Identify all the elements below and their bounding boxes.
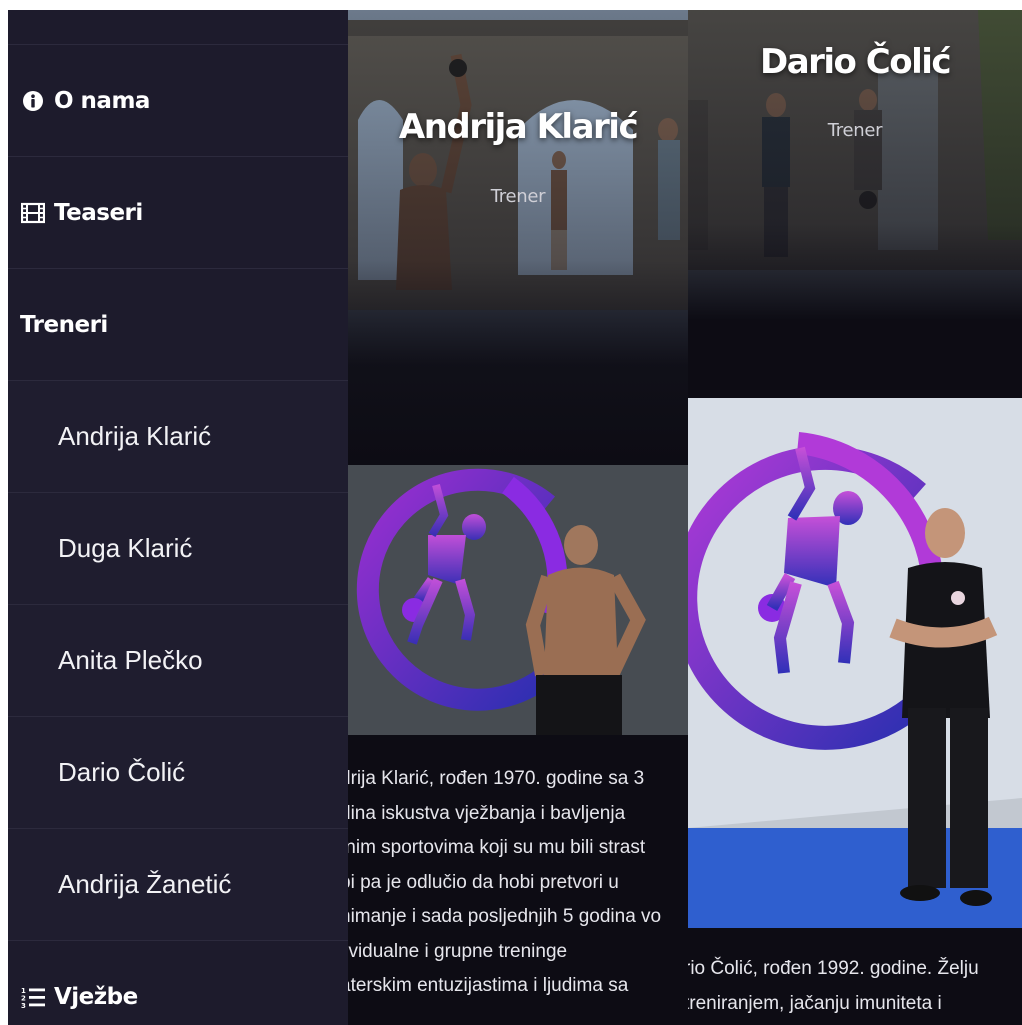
trainer-photo [688, 398, 1022, 928]
trainer-hero-image: Andrija Klarić Trener [348, 10, 688, 465]
svg-text:3: 3 [21, 1002, 26, 1008]
film-icon [20, 200, 46, 226]
sidebar-item-andrija-klaric[interactable]: Andrija Klarić [8, 381, 348, 493]
nav-item-treneri[interactable]: Treneri [8, 269, 348, 381]
sub-item-label: Anita Plečko [58, 645, 203, 675]
nav-item-label: Treneri [20, 311, 108, 338]
trainer-role-label: Trener [490, 186, 546, 207]
trainer-photo [348, 465, 688, 735]
nav-item-o-nama[interactable]: O nama [8, 45, 348, 157]
nav-item-vjezbe[interactable]: 1 2 3 Vježbe [8, 941, 348, 1025]
bio-line: lividualne i grupne treninge [348, 940, 568, 962]
nav-item-label: Teaseri [54, 199, 143, 226]
trainer-bio: drija Klarić, rođen 1970. godine sa 3 di… [348, 762, 680, 1004]
bio-line: tnim sportovima koji su mu bili strast [348, 837, 646, 858]
info-icon [20, 88, 46, 114]
trainer-hero-image: Dario Čolić Trener [688, 10, 1022, 398]
bio-line: rio Čolić, rođen 1992. godine. Želju [688, 958, 979, 979]
sub-item-label: Andrija Klarić [58, 421, 212, 451]
nav-item-label: O nama [54, 87, 150, 114]
drawer-top-spacer [8, 10, 348, 45]
navigation-drawer: O nama Teaseri Treneri Andrija Klarić Du… [8, 10, 348, 1025]
sidebar-item-anita-plecko[interactable]: Anita Plečko [8, 605, 348, 717]
nav-item-teaseri[interactable]: Teaseri [8, 157, 348, 269]
sidebar-item-dario-colic[interactable]: Dario Čolić [8, 717, 348, 829]
sub-item-label: Dario Čolić [58, 757, 186, 787]
nav-item-label: Vježbe [54, 984, 138, 1010]
bio-line: bi pa je odlučio da hobi pretvori u [348, 871, 619, 893]
bio-line: nimanje i sada posljednjih 5 godina vo [348, 906, 662, 927]
trainer-name-heading: Andrija Klarić [398, 107, 639, 147]
bio-line: treniranjem, jačanju imuniteta i [688, 992, 942, 1014]
trainer-panel-dario-colic: Dario Čolić Trener rio Čolić, rođen 1992… [688, 10, 1022, 1025]
bio-line: drija Klarić, rođen 1970. godine sa 3 [348, 768, 645, 789]
sidebar-item-duga-klaric[interactable]: Duga Klarić [8, 493, 348, 605]
bio-line: dina iskustva vježbanja i bavljenja [348, 802, 626, 824]
trainer-panel-andrija-klaric: Andrija Klarić Trener drija Klarić, rođe… [348, 10, 688, 1025]
sidebar-item-andrija-zanetic[interactable]: Andrija Žanetić [8, 829, 348, 941]
trainer-name-heading: Dario Čolić [759, 42, 952, 82]
sub-item-label: Andrija Žanetić [58, 869, 232, 899]
bio-line: aterskim entuzijastima i ljudima sa [348, 975, 629, 996]
trainer-role-label: Trener [827, 120, 883, 141]
trainer-bio: rio Čolić, rođen 1992. godine. Želju tre… [688, 952, 1018, 1021]
numbered-list-icon: 1 2 3 [20, 984, 46, 1010]
sub-item-label: Duga Klarić [58, 533, 193, 563]
